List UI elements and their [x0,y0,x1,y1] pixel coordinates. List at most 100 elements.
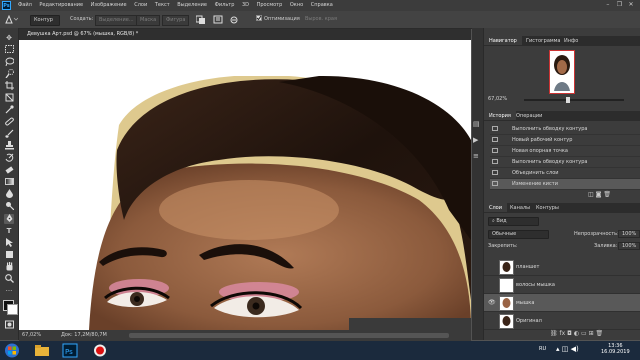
actions-dock-icon[interactable]: ▶ [473,136,482,145]
menu-select[interactable]: Выделение [177,2,207,8]
canvas[interactable] [19,40,471,330]
auto-add-delete-checkbox[interactable] [256,15,262,24]
type-tool-icon[interactable]: T [4,226,14,236]
fx-icon[interactable]: fx [560,330,566,337]
navigator-zoom-slider-handle[interactable] [566,97,570,103]
menu-help[interactable]: Справка [311,2,333,8]
layer-name: мышка [516,300,535,306]
menu-layers[interactable]: Слои [134,2,147,8]
zoom-tool-icon[interactable] [4,274,14,284]
crop-tool-icon[interactable] [4,81,14,91]
navigator-zoom[interactable]: 67,02% [488,96,507,102]
tool-mode-select[interactable]: Контур [30,15,60,26]
path-operations-icon[interactable] [195,15,244,24]
new-layer-icon[interactable]: ⊞ [589,330,594,337]
blend-mode-select[interactable]: Обычные [488,230,549,239]
history-step-icon [492,137,498,142]
clock[interactable]: 13:36 16.09.2019 [601,343,630,355]
lasso-tool-icon[interactable] [4,57,14,67]
healing-brush-tool-icon[interactable] [4,117,14,127]
layer-filter-select[interactable]: ⌕ Вид [488,217,539,226]
new-snapshot-icon[interactable]: ◫ [588,191,594,198]
mask-icon[interactable]: ◘ [567,330,572,337]
record-taskbar-icon[interactable] [92,343,108,358]
zoom-readout[interactable]: 67,02% [22,332,41,338]
tab-paths[interactable]: Контуры [536,205,559,211]
menu-type[interactable]: Текст [155,2,170,8]
photoshop-taskbar-icon[interactable]: Ps [62,343,78,358]
quick-mask-icon[interactable] [4,320,14,330]
brush-tool-icon[interactable] [4,129,14,139]
make-selection-button[interactable]: Выделение... [95,15,138,26]
history-item[interactable]: Новый рабочий контур [490,135,640,146]
layer-row-selected[interactable]: 👁 мышка [484,294,640,312]
navigator-zoom-slider[interactable] [524,97,624,103]
tab-navigator[interactable]: Навигатор [484,36,522,45]
quick-selection-tool-icon[interactable] [4,69,14,79]
marquee-tool-icon[interactable] [4,45,14,55]
tab-layers[interactable]: Слои [484,203,507,212]
trash-icon[interactable]: 🗑 [603,191,611,198]
navigator-thumbnail[interactable] [549,50,575,94]
tray-icons[interactable]: ▴ ◫ ◀) [556,345,579,353]
history-item-active[interactable]: Изменение кисти [490,179,640,190]
horizontal-scrollbar[interactable] [129,333,449,338]
document-tab[interactable]: Девушка Арт.psd @ 67% (мышка, RGB/8) * [22,31,143,37]
frame-tool-icon[interactable] [4,93,14,103]
make-shape-button[interactable]: Фигура [162,15,190,26]
menu-file[interactable]: Файл [18,2,32,8]
rectangle-tool-icon[interactable] [4,250,14,260]
tab-actions[interactable]: Операции [516,113,542,119]
history-item[interactable]: Выполнить обводку контура [490,124,640,135]
minimize-button[interactable]: – [603,1,613,8]
hand-tool-icon[interactable] [4,262,14,272]
history-brush-tool-icon[interactable] [4,153,14,163]
layer-row[interactable]: планшет [484,258,640,276]
camera-icon[interactable]: ◙ [596,191,602,198]
tab-histogram[interactable]: Гистограмма [526,38,561,44]
menu-window[interactable]: Окно [290,2,303,8]
menu-view[interactable]: Просмотр [257,2,283,8]
tab-channels[interactable]: Каналы [510,205,530,211]
adjustment-icon[interactable]: ◐ [574,330,579,337]
menu-edit[interactable]: Редактирование [39,2,83,8]
history-dock-icon[interactable]: ▤ [473,120,482,129]
opacity-field[interactable]: 100% [618,230,640,238]
layer-row[interactable]: волосы мышка [484,276,640,294]
history-item[interactable]: Выполнить обводку контура [490,157,640,168]
menu-filter[interactable]: Фильтр [215,2,235,8]
language-indicator[interactable]: RU [539,346,546,352]
history-item[interactable]: Объединить слои [490,168,640,179]
close-button[interactable]: ✕ [626,1,636,8]
path-selection-tool-icon[interactable] [4,238,14,248]
tab-info[interactable]: Инфо [564,38,578,44]
history-step-icon [492,148,498,153]
eyedropper-tool-icon[interactable] [4,105,14,115]
eraser-tool-icon[interactable] [4,165,14,175]
pen-tool-icon[interactable] [4,214,14,224]
restore-button[interactable]: ❐ [614,1,624,8]
blur-tool-icon[interactable] [4,189,14,199]
link-icon[interactable]: ⛓ [550,330,558,337]
folder-icon[interactable]: ▭ [581,330,587,337]
eye-icon[interactable]: 👁 [488,299,496,306]
file-explorer-icon[interactable] [34,343,50,358]
clone-stamp-tool-icon[interactable] [4,141,14,151]
menu-3d[interactable]: 3D [242,2,249,8]
background-color-swatch[interactable] [7,304,18,315]
more-tools-icon[interactable]: ··· [4,286,14,296]
menu-image[interactable]: Изображение [91,2,127,8]
dodge-tool-icon[interactable] [4,201,14,211]
layer-row[interactable]: Оригинал [484,312,640,330]
make-mask-button[interactable]: Маска [136,15,161,26]
history-tabs: История Операции [484,111,640,121]
properties-dock-icon[interactable]: ≡ [473,152,482,161]
history-item[interactable]: Новая опорная точка [490,146,640,157]
start-button-icon[interactable] [4,343,20,358]
gradient-tool-icon[interactable] [4,177,14,187]
tab-history[interactable]: История [484,111,516,120]
fill-field[interactable]: 100% [618,242,640,250]
trash-icon[interactable]: 🗑 [596,330,604,337]
move-tool-icon[interactable]: ✥ [4,33,14,43]
pen-tool-preset-icon[interactable] [4,14,19,24]
